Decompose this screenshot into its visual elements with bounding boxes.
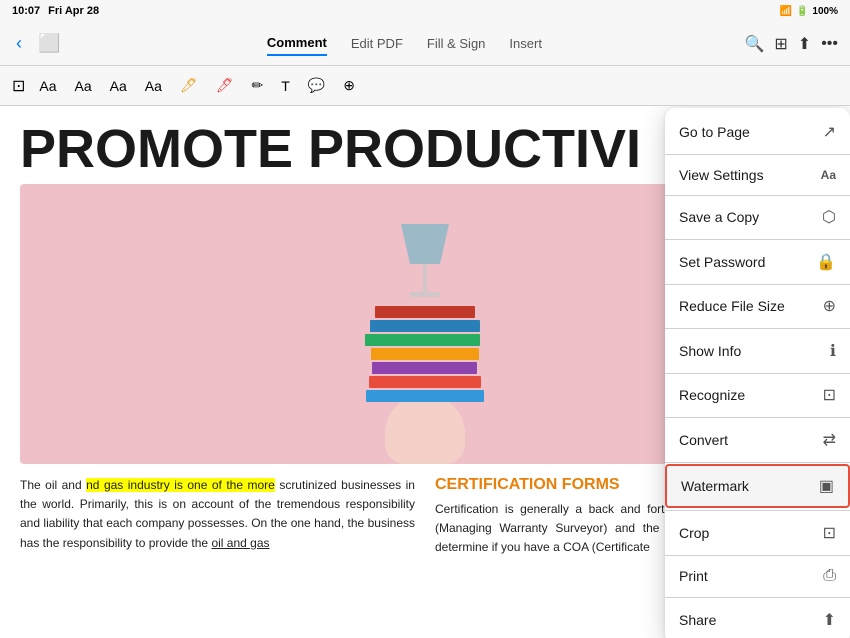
go-to-page-icon: ↗ xyxy=(823,122,836,142)
menu-item-print[interactable]: Print ⎙ xyxy=(665,557,850,595)
divider-9 xyxy=(665,510,850,511)
crop-icon: ⊡ xyxy=(823,523,836,543)
convert-icon: ⇄ xyxy=(823,430,836,450)
print-icon: ⎙ xyxy=(823,567,836,585)
tab-insert[interactable]: Insert xyxy=(509,31,542,56)
menu-item-go-to-page[interactable]: Go to Page ↗ xyxy=(665,112,850,152)
reduce-size-icon: ⊕ xyxy=(823,296,836,316)
menu-item-view-settings[interactable]: View Settings Aa xyxy=(665,157,850,193)
menu-item-save-copy[interactable]: Save a Copy ⬡ xyxy=(665,197,850,237)
text-style-3[interactable]: Aa xyxy=(106,74,131,98)
battery-percent: 100% xyxy=(812,6,838,17)
save-copy-icon: ⬡ xyxy=(822,207,836,227)
annotation-bar: ⊡ Aa Aa Aa Aa 🖊 🖊 ✏ T 💬 ⊕ xyxy=(0,66,850,106)
status-bar: 10:07 Fri Apr 28 📶 🔋 100% xyxy=(0,0,850,22)
divider-7 xyxy=(665,417,850,418)
text-style-2[interactable]: Aa xyxy=(71,74,96,98)
tab-comment[interactable]: Comment xyxy=(267,31,327,56)
cocktail-glass xyxy=(395,224,455,304)
set-password-icon: 🔒 xyxy=(816,252,836,272)
menu-item-crop[interactable]: Crop ⊡ xyxy=(665,513,850,553)
stamp-tool[interactable]: ⊕ xyxy=(339,73,359,98)
menu-item-watermark[interactable]: Watermark ▣ xyxy=(665,464,850,508)
divider-4 xyxy=(665,284,850,285)
underlined-text: oil and gas xyxy=(211,536,269,550)
toolbar-tabs: Comment Edit PDF Fill & Sign Insert xyxy=(72,31,736,56)
hand-illustration xyxy=(385,394,465,464)
underline-tool[interactable]: 🖊 xyxy=(212,73,238,98)
search-button[interactable]: 🔍 xyxy=(744,34,764,54)
divider-10 xyxy=(665,555,850,556)
main-toolbar: ‹ ⬜ Comment Edit PDF Fill & Sign Insert … xyxy=(0,22,850,66)
watermark-icon: ▣ xyxy=(819,476,834,496)
divider-8 xyxy=(665,462,850,463)
menu-item-show-info[interactable]: Show Info ℹ xyxy=(665,331,850,371)
expand-icon: ⊡ xyxy=(12,76,25,96)
battery-icon: 🔋 xyxy=(796,6,808,17)
menu-item-share[interactable]: Share ⬆ xyxy=(665,600,850,638)
text-style-4[interactable]: Aa xyxy=(141,74,166,98)
divider-2 xyxy=(665,195,850,196)
highlight-tool[interactable]: 🖊 xyxy=(176,73,202,98)
text-style-1[interactable]: Aa xyxy=(35,74,60,98)
tab-edit-pdf[interactable]: Edit PDF xyxy=(351,31,403,56)
menu-item-reduce-size[interactable]: Reduce File Size ⊕ xyxy=(665,286,850,326)
grid-button[interactable]: ⊞ xyxy=(774,34,787,54)
eraser-tool[interactable]: ✏ xyxy=(247,73,267,98)
wifi-icon: 📶 xyxy=(780,6,792,17)
back-button[interactable]: ‹ xyxy=(12,31,26,56)
divider-11 xyxy=(665,597,850,598)
divider-5 xyxy=(665,328,850,329)
share-icon: ⬆ xyxy=(823,610,836,630)
divider-1 xyxy=(665,154,850,155)
pdf-col-left: The oil and nd gas industry is one of th… xyxy=(20,476,415,558)
main-content: PROMOTE PRODUCTIVI xyxy=(0,106,850,638)
show-info-icon: ℹ xyxy=(830,341,836,361)
dropdown-menu: Go to Page ↗ View Settings Aa Save a Cop… xyxy=(665,108,850,638)
menu-item-convert[interactable]: Convert ⇄ xyxy=(665,420,850,460)
note-tool[interactable]: 💬 xyxy=(304,73,329,98)
divider-6 xyxy=(665,373,850,374)
status-time: 10:07 xyxy=(12,5,40,17)
share-toolbar-button[interactable]: ⬆ xyxy=(798,34,811,54)
status-day: Fri Apr 28 xyxy=(48,5,99,17)
tab-fill-sign[interactable]: Fill & Sign xyxy=(427,31,486,56)
divider-3 xyxy=(665,239,850,240)
text-tool[interactable]: T xyxy=(277,74,294,98)
recognize-icon: ⊡ xyxy=(823,385,836,405)
home-button[interactable]: ⬜ xyxy=(34,31,64,56)
menu-item-recognize[interactable]: Recognize ⊡ xyxy=(665,375,850,415)
books-stack xyxy=(365,306,485,404)
highlighted-text: nd gas industry is one of the more xyxy=(86,478,275,492)
view-settings-icon: Aa xyxy=(821,168,836,182)
menu-item-set-password[interactable]: Set Password 🔒 xyxy=(665,242,850,282)
more-button[interactable]: ••• xyxy=(821,35,838,53)
